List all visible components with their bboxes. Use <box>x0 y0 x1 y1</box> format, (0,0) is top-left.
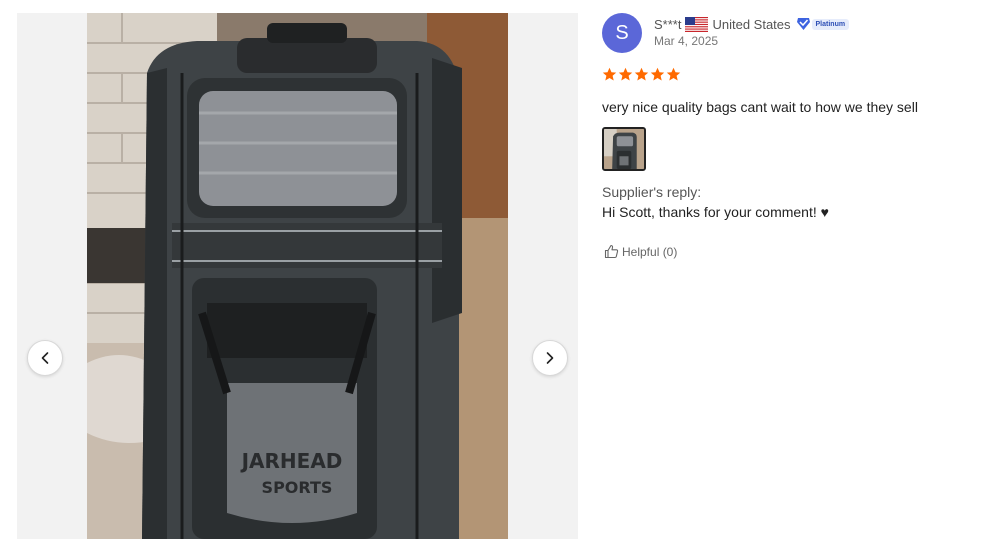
previous-image-button[interactable] <box>27 340 63 376</box>
us-flag-icon <box>685 16 709 32</box>
reviewer-meta: S***t United States Platinum Mar 4, 2025 <box>654 15 850 48</box>
review-date: Mar 4, 2025 <box>654 34 719 48</box>
reviewer-name: S***t <box>654 16 682 32</box>
supplier-reply-text: Hi Scott, thanks for your comment! ♥ <box>602 204 829 220</box>
svg-text:SPORTS: SPORTS <box>262 478 333 497</box>
svg-text:JARHEAD: JARHEAD <box>240 449 343 473</box>
bag-photo-illustration: JARHEAD SPORTS <box>87 13 508 539</box>
review-comment: very nice quality bags cant wait to how … <box>602 99 918 115</box>
avatar: S <box>602 13 642 53</box>
star-icon <box>650 67 665 81</box>
reviewer-country: United States <box>712 16 791 32</box>
diamond-shield-icon <box>796 18 810 30</box>
chevron-left-icon <box>41 352 49 364</box>
supplier-reply-label: Supplier's reply: <box>602 184 702 200</box>
thumbs-up-icon <box>604 244 619 259</box>
chevron-right-icon <box>546 352 554 364</box>
helpful-label: Helpful (0) <box>622 244 678 259</box>
star-rating <box>602 67 681 82</box>
membership-badge-label: Platinum <box>811 18 850 30</box>
bag-thumbnail-illustration <box>604 129 644 169</box>
helpful-button[interactable]: Helpful (0) <box>604 244 677 259</box>
star-icon <box>666 67 681 81</box>
star-icon <box>602 67 617 81</box>
review-image-thumbnail[interactable] <box>602 127 646 171</box>
star-icon <box>634 67 649 81</box>
reviewer-name-row: S***t United States Platinum <box>654 15 850 33</box>
star-icon <box>618 67 633 81</box>
membership-badge: Platinum <box>796 17 850 31</box>
next-image-button[interactable] <box>532 340 568 376</box>
review-photo-main[interactable]: JARHEAD SPORTS <box>87 13 508 539</box>
review-image-gallery: JARHEAD SPORTS <box>17 13 578 539</box>
